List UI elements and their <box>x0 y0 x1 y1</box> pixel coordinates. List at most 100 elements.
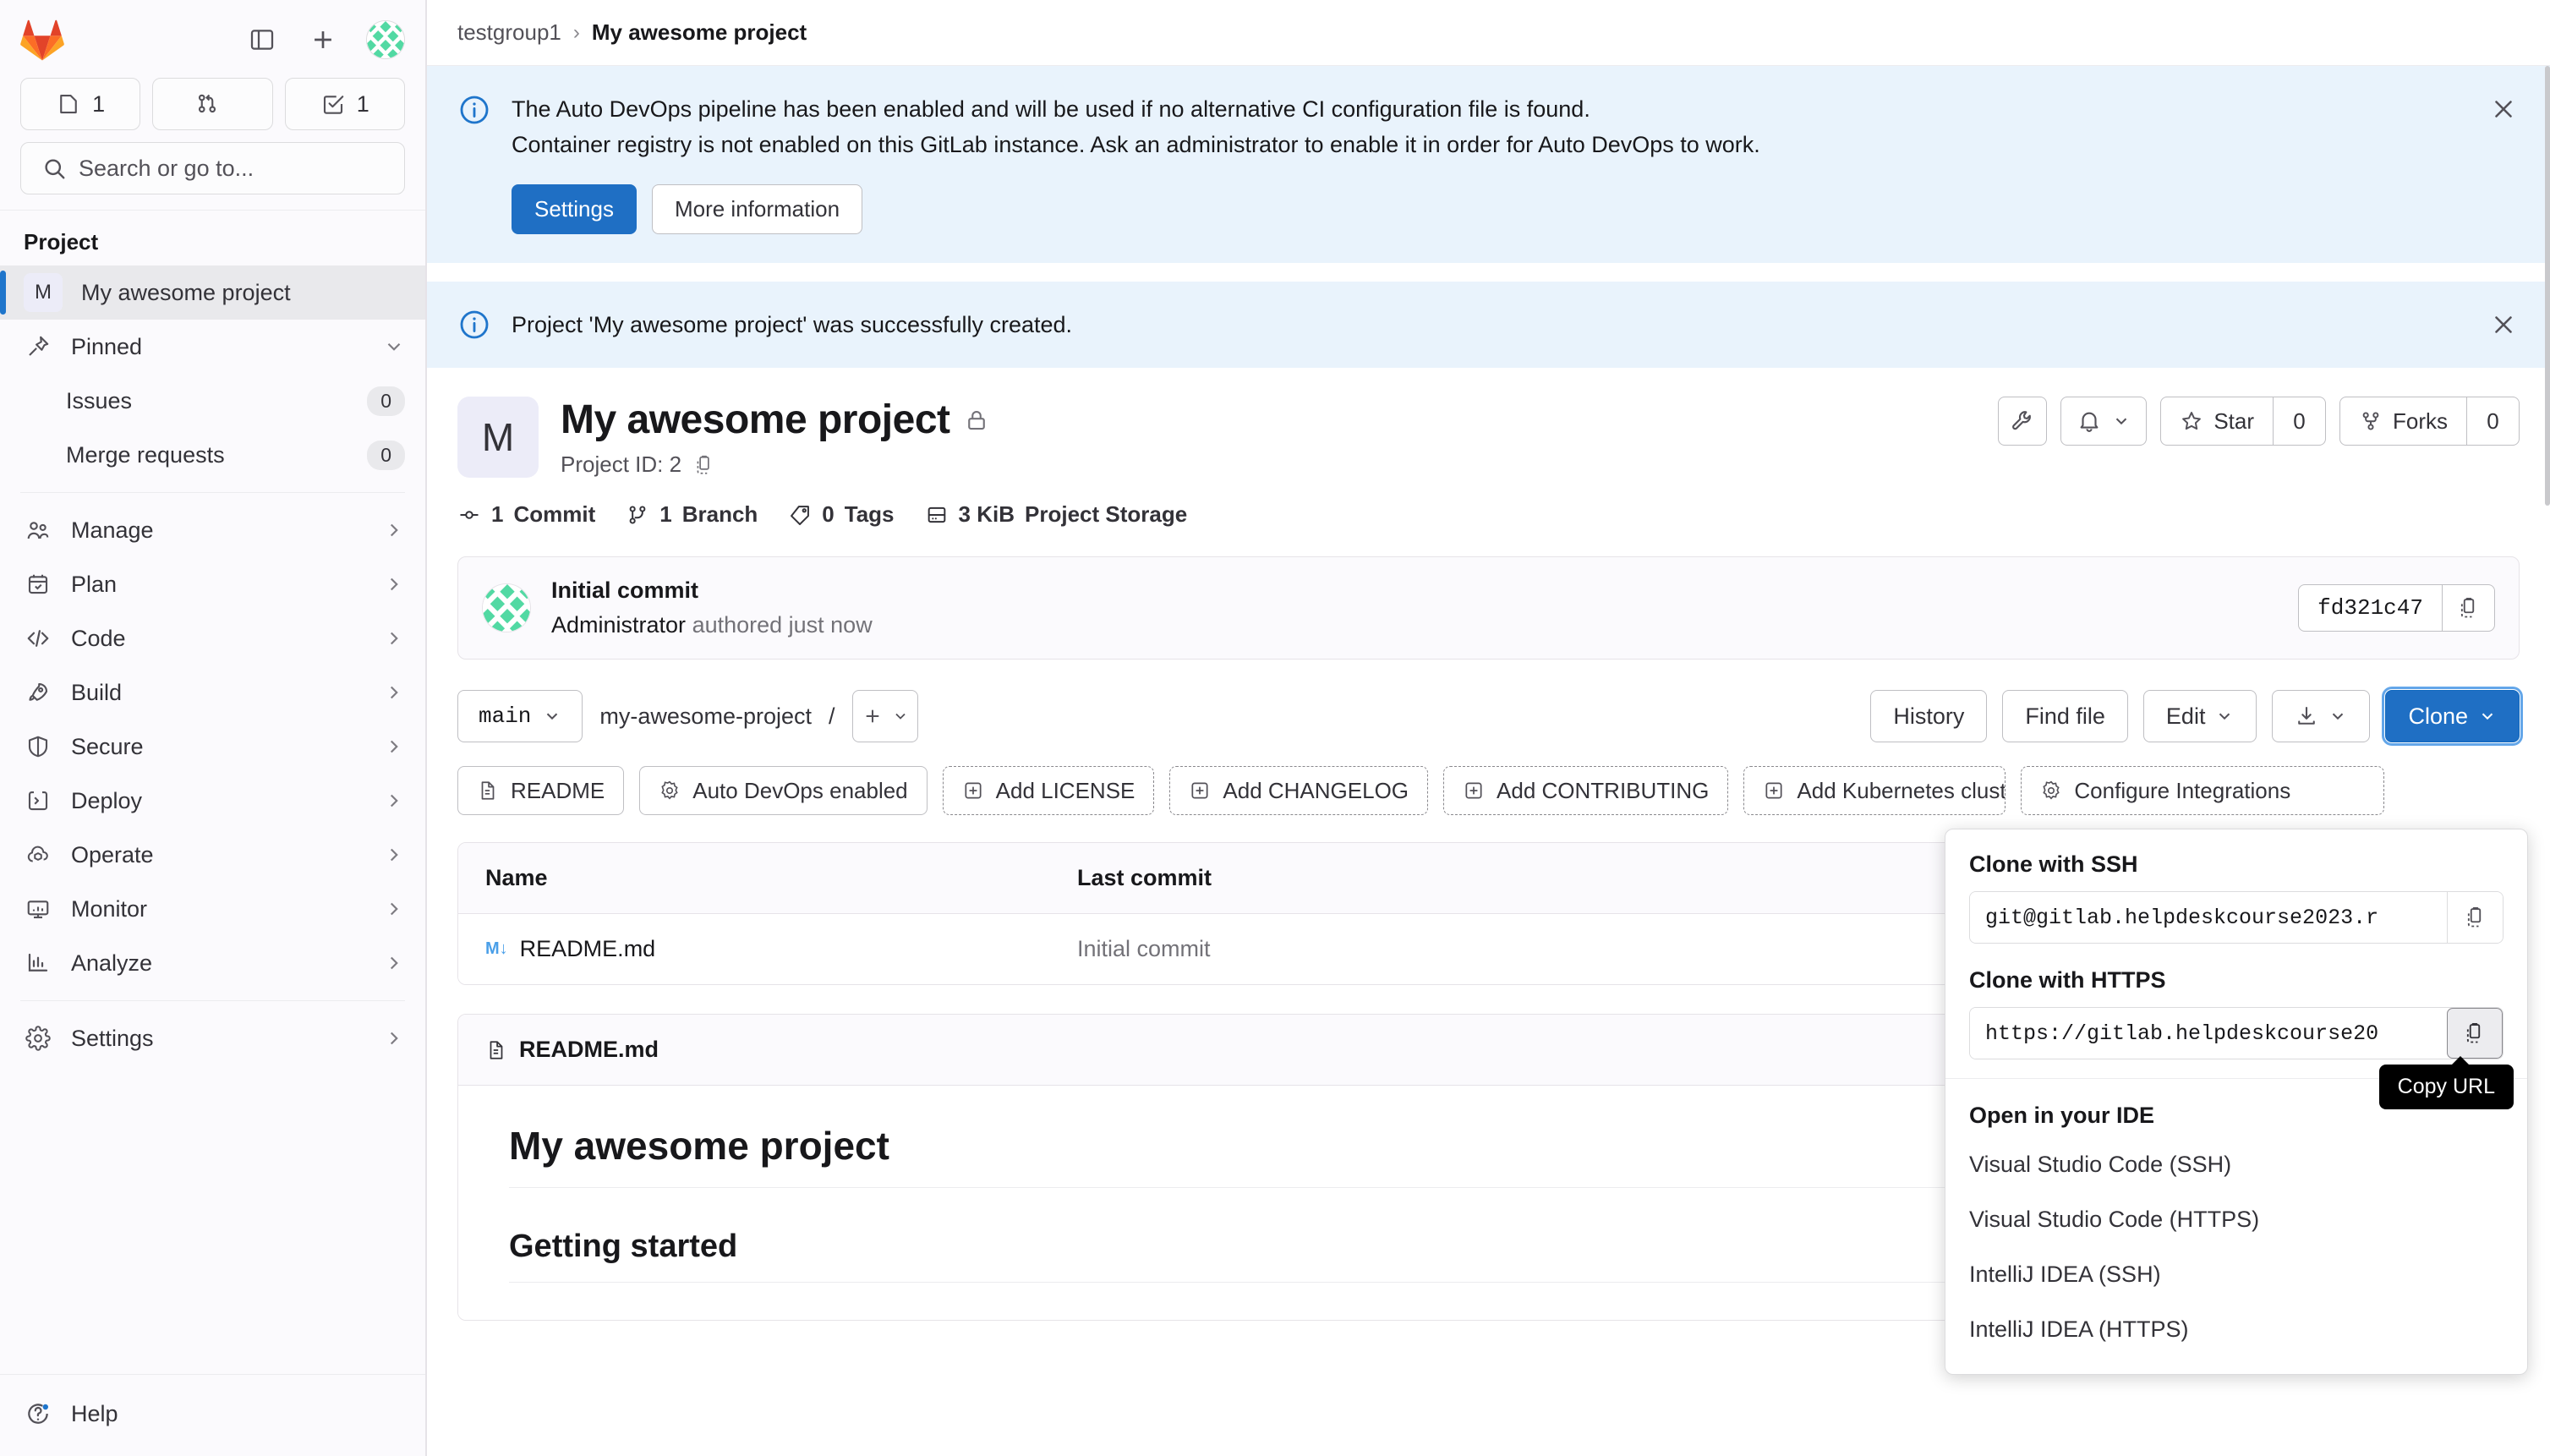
scrollbar-thumb[interactable] <box>2545 66 2550 506</box>
commit-title[interactable]: Initial commit <box>551 577 873 604</box>
sidebar-item-label: Help <box>71 1401 381 1427</box>
issues-count-button[interactable]: 1 <box>20 78 140 130</box>
sidebar-item-operate[interactable]: Operate <box>0 828 425 882</box>
main-content: testgroup1 › My awesome project The Auto… <box>427 0 2550 1456</box>
storage-label: Project Storage <box>1025 501 1187 528</box>
configure-integrations-chip[interactable]: Configure Integrations <box>2021 766 2384 815</box>
collapse-sidebar-icon[interactable] <box>244 22 280 57</box>
clone-https-input-group <box>1969 1007 2503 1059</box>
settings-button[interactable]: Settings <box>512 184 637 234</box>
close-icon[interactable] <box>2486 91 2521 127</box>
sidebar-item-monitor[interactable]: Monitor <box>0 882 425 936</box>
ide-item-intellij-ssh[interactable]: IntelliJ IDEA (SSH) <box>1945 1247 2527 1302</box>
file-name: README.md <box>520 936 656 962</box>
branch-selector[interactable]: main <box>457 690 583 742</box>
sidebar-item-label: Pinned <box>71 334 364 360</box>
mr-badge: 0 <box>367 441 405 470</box>
bell-icon <box>2077 408 2102 434</box>
users-icon <box>24 516 52 545</box>
edit-button[interactable]: Edit <box>2143 690 2257 742</box>
find-file-button[interactable]: Find file <box>2002 690 2128 742</box>
download-button[interactable] <box>2272 690 2370 742</box>
clone-button[interactable]: Clone <box>2385 690 2520 742</box>
sidebar: 1 <box>0 0 427 1456</box>
commit-author[interactable]: Administrator <box>551 612 686 638</box>
sidebar-item-settings[interactable]: Settings <box>0 1011 425 1065</box>
sidebar-item-label: Monitor <box>71 896 364 922</box>
sidebar-item-build[interactable]: Build <box>0 665 425 720</box>
breadcrumb-group[interactable]: testgroup1 <box>457 19 561 46</box>
project-stats: 1 Commit 1 Branch <box>457 501 2520 528</box>
gitlab-logo[interactable] <box>20 19 64 61</box>
sidebar-item-pinned[interactable]: Pinned <box>0 320 425 374</box>
project-title-block: My awesome project Project ID: 2 <box>561 397 989 478</box>
search-input[interactable]: Search or go to... <box>20 142 405 194</box>
sidebar-item-project[interactable]: M My awesome project <box>0 265 425 320</box>
sidebar-item-label: My awesome project <box>81 280 405 306</box>
sidebar-item-label: Build <box>71 680 364 706</box>
add-changelog-chip[interactable]: Add CHANGELOG <box>1169 766 1428 815</box>
repo-path[interactable]: my-awesome-project <box>599 703 812 730</box>
last-commit-card: Initial commit Administrator authored ju… <box>457 556 2520 660</box>
add-kubernetes-cluster-chip[interactable]: Add Kubernetes cluster <box>1743 766 2006 815</box>
main-scrollbar[interactable] <box>2545 66 2550 1456</box>
history-button[interactable]: History <box>1870 690 1987 742</box>
more-information-button[interactable]: More information <box>652 184 862 234</box>
chevron-right-icon <box>383 681 405 703</box>
sidebar-item-help[interactable]: Help <box>24 1387 402 1441</box>
breadcrumb-current[interactable]: My awesome project <box>592 19 807 46</box>
forks-count[interactable]: 0 <box>2466 397 2519 445</box>
ide-item-vscode-https[interactable]: Visual Studio Code (HTTPS) <box>1945 1192 2527 1247</box>
copy-icon[interactable] <box>2447 1008 2503 1059</box>
project-id-label: Project ID: 2 <box>561 452 681 478</box>
code-icon <box>24 624 52 653</box>
commit-author-avatar[interactable] <box>482 583 531 632</box>
avatar[interactable] <box>366 20 405 59</box>
sidebar-item-label: Analyze <box>71 950 364 977</box>
sidebar-item-secure[interactable]: Secure <box>0 720 425 774</box>
star-button[interactable]: Star 0 <box>2160 397 2326 446</box>
sidebar-item-label: Deploy <box>71 788 364 814</box>
sidebar-item-deploy[interactable]: Deploy <box>0 774 425 828</box>
sidebar-item-code[interactable]: Code <box>0 611 425 665</box>
tags-stat[interactable]: 0 Tags <box>788 501 894 528</box>
sidebar-item-plan[interactable]: Plan <box>0 557 425 611</box>
sidebar-item-manage[interactable]: Manage <box>0 503 425 557</box>
commits-stat[interactable]: 1 Commit <box>457 501 595 528</box>
storage-stat[interactable]: 3 KiB Project Storage <box>925 501 1188 528</box>
forks-button-left[interactable]: Forks <box>2340 397 2466 445</box>
file-name-cell[interactable]: M↓ README.md <box>485 936 1077 962</box>
readme-filename[interactable]: README.md <box>519 1037 659 1063</box>
merge-requests-count-button[interactable] <box>152 78 272 130</box>
add-to-repo-button[interactable] <box>852 690 918 742</box>
create-new-icon[interactable] <box>305 22 341 57</box>
clone-ssh-input[interactable] <box>1970 892 2447 943</box>
star-button-left[interactable]: Star <box>2161 397 2273 445</box>
todos-count-button[interactable]: 1 <box>285 78 405 130</box>
wrench-icon[interactable] <box>1998 397 2047 446</box>
commit-hash[interactable]: fd321c47 <box>2299 585 2442 631</box>
sidebar-item-analyze[interactable]: Analyze <box>0 936 425 990</box>
ide-item-intellij-https[interactable]: IntelliJ IDEA (HTTPS) <box>1945 1302 2527 1357</box>
copy-icon[interactable] <box>2442 585 2494 631</box>
forks-button[interactable]: Forks 0 <box>2339 397 2520 446</box>
branches-stat[interactable]: 1 Branch <box>626 501 758 528</box>
ide-item-vscode-ssh[interactable]: Visual Studio Code (SSH) <box>1945 1137 2527 1192</box>
readme-chip[interactable]: README <box>457 766 624 815</box>
clone-https-input[interactable] <box>1970 1008 2447 1059</box>
cloud-cube-icon <box>24 840 52 869</box>
branches-label: Branch <box>682 501 758 528</box>
chevron-down-icon <box>383 336 405 358</box>
sidebar-item-issues[interactable]: Issues 0 <box>0 374 425 428</box>
edit-button-label: Edit <box>2166 703 2206 730</box>
copy-icon[interactable] <box>693 454 715 476</box>
copy-icon[interactable] <box>2447 892 2503 943</box>
add-contributing-chip[interactable]: Add CONTRIBUTING <box>1443 766 1728 815</box>
notifications-button[interactable] <box>2060 397 2147 446</box>
sidebar-item-merge-requests[interactable]: Merge requests 0 <box>0 428 425 482</box>
star-count[interactable]: 0 <box>2273 397 2325 445</box>
close-icon[interactable] <box>2486 307 2521 342</box>
auto-devops-chip[interactable]: Auto DevOps enabled <box>639 766 927 815</box>
commit-time: authored just now <box>692 612 873 638</box>
add-license-chip[interactable]: Add LICENSE <box>943 766 1155 815</box>
